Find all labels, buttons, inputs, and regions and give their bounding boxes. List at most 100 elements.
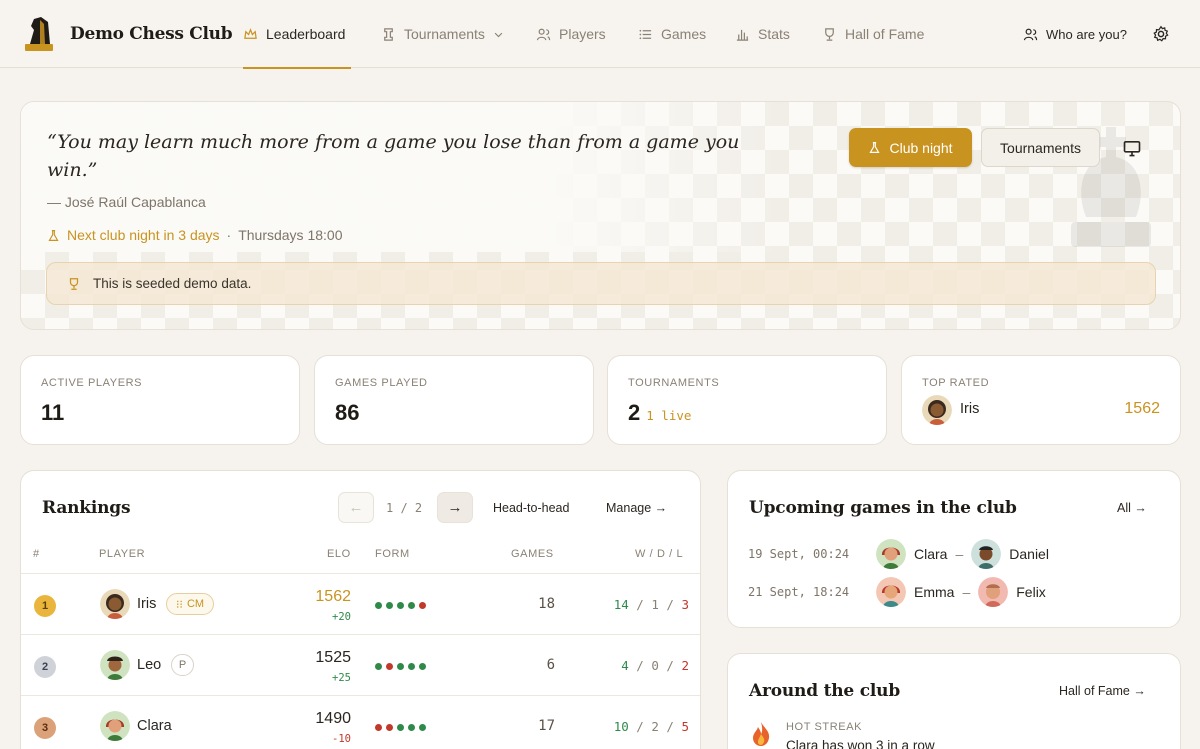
nav-hall-of-fame[interactable]: Hall of Fame (822, 0, 924, 68)
header-form: FORM (375, 548, 410, 560)
quote-text: “You may learn much more from a game you… (47, 131, 740, 181)
brand[interactable]: Demo Chess Club (24, 16, 233, 52)
game-date: 19 Sept, 00:24 (748, 547, 850, 561)
table-row[interactable]: 2 Leo P 1525 +25 6 4 / 0 / 2 (21, 634, 700, 695)
users-icon (1023, 28, 1038, 40)
stat-games-played: GAMES PLAYED 86 (314, 355, 594, 445)
player-name: Leo (137, 657, 162, 673)
rank-badge: 1 (34, 595, 56, 617)
elo-value: 1525 (315, 649, 351, 666)
avatar (978, 577, 1009, 607)
form-dot-win (408, 724, 415, 731)
game-date: 21 Sept, 18:24 (748, 585, 850, 599)
activity-label: HOT STREAK (786, 721, 863, 733)
next-page-button[interactable]: → (437, 492, 473, 523)
header-elo: ELO (327, 548, 351, 560)
form-dot-loss (419, 602, 426, 609)
black-player: Felix (1016, 584, 1046, 600)
manage-link[interactable]: Manage → (606, 501, 667, 515)
monitor-icon[interactable] (1121, 138, 1143, 158)
rank-badge: 2 (34, 656, 56, 678)
stat-top-rated[interactable]: TOP RATED Iris 1562 (901, 355, 1181, 445)
head-to-head-link[interactable]: Head-to-head (493, 501, 569, 515)
tournaments-button[interactable]: Tournaments (981, 128, 1100, 167)
elo-value: 1490 (315, 710, 351, 727)
all-games-link[interactable]: All → (1117, 501, 1147, 515)
games-count: 18 (538, 596, 555, 612)
nav-label: Games (661, 26, 707, 42)
prev-page-button[interactable]: ← (338, 492, 374, 523)
form-dot-win (397, 663, 404, 670)
trophy-icon (825, 27, 834, 41)
around-title: Around the club (749, 681, 901, 701)
hall-of-fame-link[interactable]: Hall of Fame → (1059, 684, 1146, 698)
table-row[interactable]: 1 Iris ⁝⁝ CM 1562 +20 18 14 / 1 / 3 (21, 573, 700, 634)
white-player: Clara (914, 546, 948, 562)
top-player-name: Iris (960, 401, 980, 417)
nav-label: Hall of Fame (845, 26, 925, 42)
schedule-text: Thursdays 18:00 (238, 227, 343, 243)
rook-icon (384, 27, 393, 41)
upcoming-game-row[interactable]: 21 Sept, 18:24 Emma – Felix (748, 577, 1046, 607)
elo-value: 1562 (315, 588, 351, 605)
flask-icon (869, 142, 881, 153)
avatar (876, 539, 906, 569)
form-dot-win (397, 724, 404, 731)
form-dot-loss (386, 724, 393, 731)
top-nav: Demo Chess Club Leaderboard Tournaments … (0, 0, 1200, 69)
vs-dash: – (962, 584, 971, 600)
form-dot-win (419, 724, 426, 731)
form-dot-win (386, 602, 393, 609)
banner-text: This is seeded demo data. (93, 276, 252, 291)
form-dot-win (408, 663, 415, 670)
users-icon (536, 28, 551, 40)
vs-dash: – (955, 546, 964, 562)
title-mark: ⁝⁝ (175, 598, 183, 611)
stat-value: 2 (628, 400, 641, 425)
upcoming-game-row[interactable]: 19 Sept, 00:24 Clara – Daniel (748, 539, 1049, 569)
chevron-down-icon (494, 32, 503, 37)
nav-players[interactable]: Players (536, 0, 606, 68)
seed-data-banner: This is seeded demo data. (46, 262, 1156, 305)
nav-tournaments[interactable]: Tournaments (381, 0, 504, 68)
nav-stats[interactable]: Stats (735, 0, 790, 68)
club-night-label: Club night (889, 139, 953, 156)
next-club-night: Next club night in 3 days · Thursdays 18… (47, 227, 343, 243)
elo-delta: +25 (332, 672, 351, 684)
avatar (971, 539, 1002, 569)
next-night-text[interactable]: Next club night in 3 days (67, 227, 220, 243)
stat-label: TOP RATED (922, 377, 990, 389)
nav-leaderboard[interactable]: Leaderboard (243, 0, 351, 69)
table-row[interactable]: 3 Clara 1490 -10 17 10 / 2 / 5 (21, 695, 700, 749)
form-dot-loss (386, 663, 393, 670)
avatar (876, 577, 906, 607)
form-dots (375, 602, 426, 609)
header-rank: # (33, 548, 40, 560)
games-count: 6 (546, 657, 555, 673)
settings-button[interactable] (1152, 0, 1170, 68)
club-night-button[interactable]: Club night (849, 128, 972, 167)
stat-value: 11 (41, 400, 65, 425)
hero-panel: “You may learn much more from a game you… (20, 101, 1181, 330)
form-dot-win (397, 602, 404, 609)
avatar (100, 650, 130, 680)
who-are-you-button[interactable]: Who are you? (1023, 0, 1127, 68)
avatar (100, 711, 130, 741)
form-dot-win (375, 602, 382, 609)
form-dot-win (375, 663, 382, 670)
who-label: Who are you? (1046, 26, 1127, 42)
nav-label: Stats (758, 26, 790, 42)
nav-games[interactable]: Games (638, 0, 706, 68)
trophy-icon (69, 277, 79, 290)
white-player: Emma (914, 584, 955, 600)
stat-label: TOURNAMENTS (628, 377, 720, 389)
games-count: 17 (538, 718, 555, 734)
wdl: 10 / 2 / 5 (613, 719, 689, 734)
title-text: CM (186, 598, 205, 610)
form-dots (375, 663, 426, 670)
stat-tournaments: TOURNAMENTS 2 1 live (607, 355, 887, 445)
top-player-rating: 1562 (1124, 400, 1160, 417)
rankings-title: Rankings (42, 498, 131, 518)
player-name: Clara (137, 718, 172, 734)
form-dots (375, 724, 426, 731)
